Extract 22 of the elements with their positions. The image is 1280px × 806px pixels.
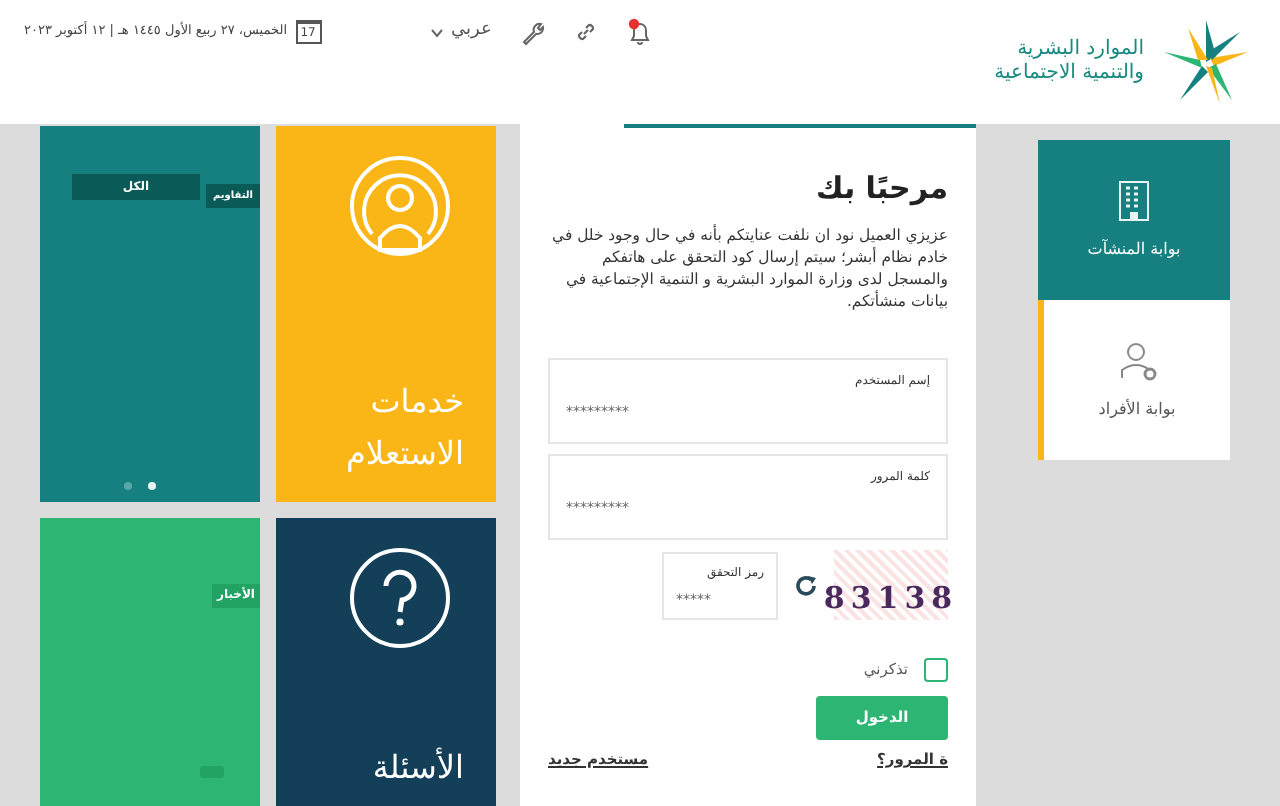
question-icon — [348, 546, 452, 650]
link-icon[interactable] — [573, 20, 598, 44]
welcome-title: مرحبًا بك — [813, 168, 948, 208]
carousel-dot[interactable] — [124, 482, 132, 490]
language-dropdown[interactable]: عربي — [429, 18, 492, 46]
captcha-code: 83138 — [823, 577, 959, 619]
refresh-icon[interactable] — [794, 573, 818, 597]
caret-icon — [429, 27, 443, 37]
tile[interactable]: الأسئلة — [276, 518, 496, 806]
portal-tab[interactable]: بوابة المنشآت — [1038, 140, 1230, 300]
building-icon — [1114, 179, 1154, 221]
tile-title: الأسئلة — [370, 745, 464, 790]
tile-title: خدمات الاستعلام — [344, 380, 464, 477]
broadcast-icon — [348, 154, 452, 258]
portal-tab[interactable]: بوابة الأفراد — [1038, 300, 1230, 460]
wrench-icon[interactable] — [519, 19, 546, 45]
user-gear-icon — [1117, 339, 1157, 381]
carousel-dot[interactable] — [148, 482, 156, 490]
notification-bell-icon[interactable] — [625, 18, 654, 46]
logo-text: الموارد البشرية والتنمية الاجتماعية — [994, 38, 1144, 86]
logo-icon — [1160, 16, 1252, 108]
remember-checkbox[interactable] — [924, 658, 948, 682]
